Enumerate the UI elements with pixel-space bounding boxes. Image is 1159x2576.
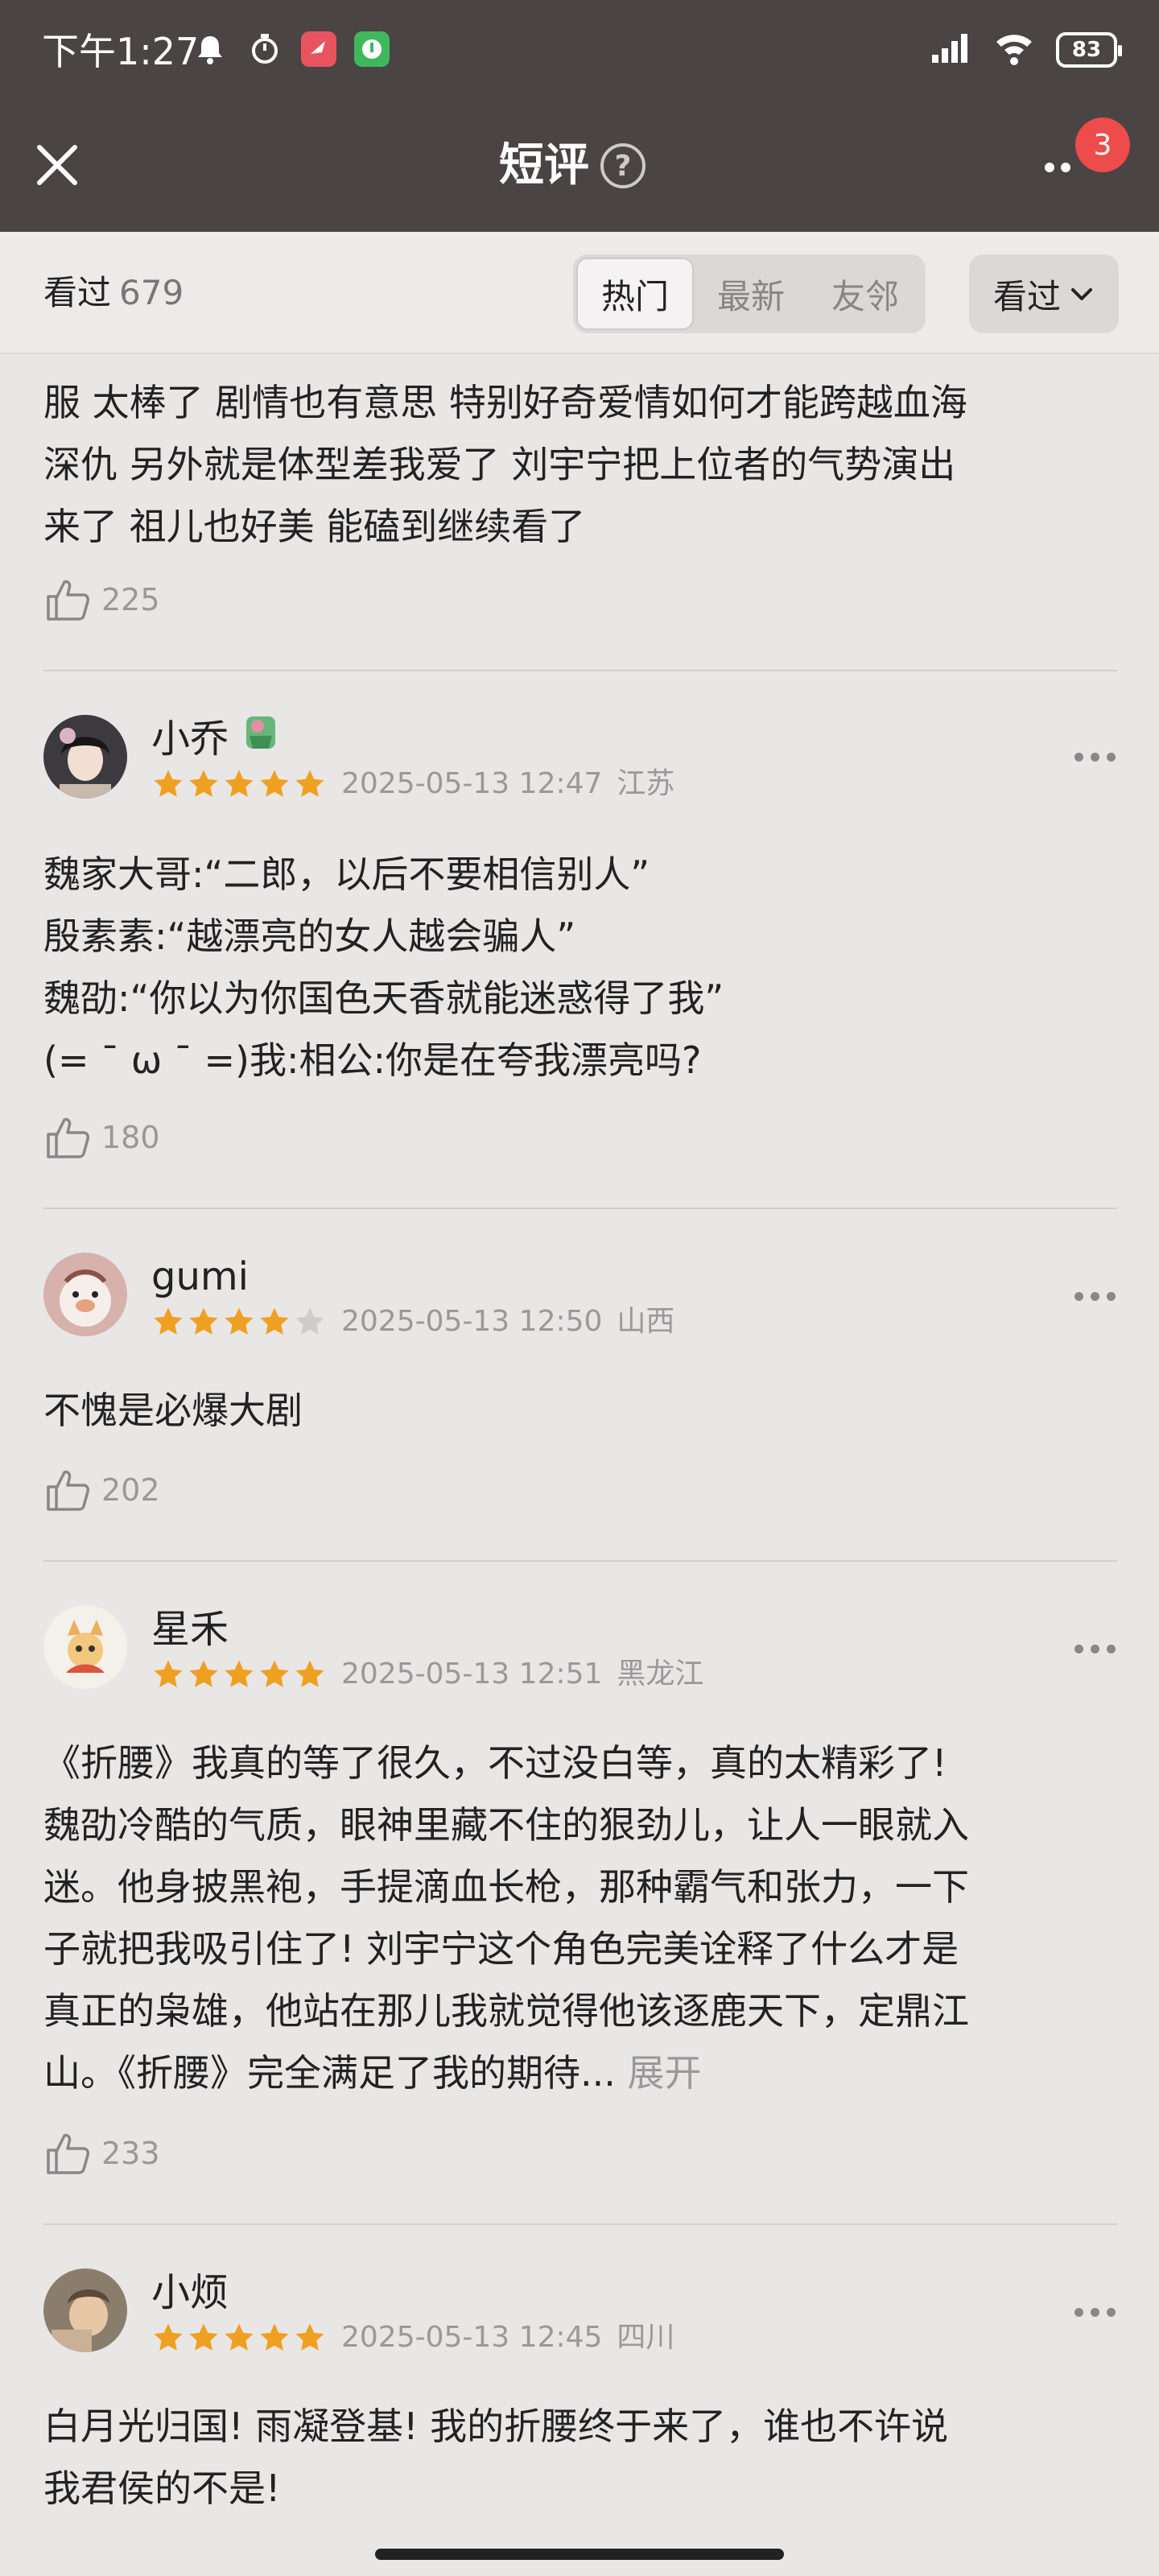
comment-more-button[interactable] <box>1074 1633 1116 1665</box>
comment-time: 2025-05-13 12:50 <box>341 1305 603 1338</box>
comment-more-button[interactable] <box>1074 1280 1116 1312</box>
thumbs-up-icon <box>47 580 89 621</box>
app-notification-icon <box>354 31 390 67</box>
comment-location: 黑龙江 <box>617 1657 704 1690</box>
watched-filter-dropdown[interactable]: 看过 <box>969 254 1119 333</box>
nav-header: 短评 ? 3 <box>0 105 1159 232</box>
like-count: 225 <box>101 582 160 617</box>
help-icon[interactable]: ? <box>600 143 645 188</box>
username[interactable]: gumi <box>151 1251 249 1302</box>
comment-text: 不愧是必爆大剧 <box>43 1389 303 1432</box>
status-system-icons: 83 <box>930 31 1122 69</box>
rating-stars <box>151 2321 327 2355</box>
comment-meta: 2025-05-13 12:50 山西 <box>151 1302 674 1341</box>
like-button[interactable]: 202 <box>43 1462 160 1518</box>
rating-stars <box>151 767 327 801</box>
comment-meta: 2025-05-13 12:45 四川 <box>151 2318 674 2357</box>
comment-meta: 2025-05-13 12:47 江苏 <box>151 765 674 803</box>
comment-text: 服 太棒了 剧情也有意思 特别好奇爱情如何才能跨越血海 深仇 另外就是体型差我爱… <box>43 381 967 548</box>
rating-stars <box>151 1305 327 1339</box>
status-time: 下午1:27 <box>42 30 200 73</box>
seen-count-number: 679 <box>119 273 184 312</box>
tab-friends[interactable]: 友邻 <box>808 258 922 330</box>
thumbs-up-icon <box>47 2133 89 2174</box>
alarm-bell-icon <box>192 31 229 68</box>
thumbs-up-icon <box>47 1470 89 1511</box>
expand-link[interactable]: 展开 <box>628 2051 702 2095</box>
like-count: 233 <box>101 2136 160 2171</box>
home-indicator[interactable] <box>375 2549 784 2560</box>
notification-badge: 3 <box>1075 118 1130 172</box>
rating-stars <box>151 1657 327 1691</box>
like-button[interactable]: 180 <box>43 1109 160 1166</box>
username[interactable]: 星禾 <box>151 1604 229 1655</box>
divider <box>43 670 1117 671</box>
seen-count-label: 看过 679 <box>43 273 184 312</box>
avatar[interactable] <box>43 715 127 799</box>
like-count: 202 <box>101 1472 160 1508</box>
avatar[interactable] <box>43 1253 127 1336</box>
close-button[interactable] <box>27 135 87 195</box>
tab-hot[interactable]: 热门 <box>576 258 694 330</box>
comment-meta: 2025-05-13 12:51 黑龙江 <box>151 1655 703 1694</box>
comment-text: 《折腰》我真的等了很久，不过没白等，真的太精彩了! 魏劭冷酷的气质，眼神里藏不住… <box>43 1741 969 2095</box>
wifi-icon <box>993 31 1035 69</box>
status-notification-icons <box>192 31 390 68</box>
more-options-button[interactable] <box>1033 151 1082 184</box>
battery-indicator: 83 <box>1056 32 1122 68</box>
divider <box>43 2223 1117 2225</box>
divider <box>43 1208 1117 1209</box>
username[interactable]: 小乔 <box>151 712 282 766</box>
comment-time: 2025-05-13 12:47 <box>341 767 603 800</box>
tab-latest[interactable]: 最新 <box>694 258 808 330</box>
page-title-group: 短评 ? <box>499 137 645 195</box>
comment-location: 江苏 <box>617 767 675 800</box>
thumbs-up-icon <box>47 1117 89 1158</box>
page-title: 短评 <box>499 139 589 192</box>
sort-tabs: 热门 最新 友邻 <box>573 254 926 333</box>
close-icon <box>37 145 77 185</box>
like-button[interactable]: 225 <box>43 572 160 628</box>
username[interactable]: 小烦 <box>151 2267 229 2318</box>
chevron-down-icon <box>1071 288 1092 300</box>
timer-icon <box>246 31 283 68</box>
avatar[interactable] <box>43 1605 127 1689</box>
divider <box>43 1560 1117 1562</box>
comment-location: 四川 <box>617 2321 675 2354</box>
comment-list: 服 太棒了 剧情也有意思 特别好奇爱情如何才能跨越血海 深仇 另外就是体型差我爱… <box>0 356 1159 2529</box>
user-badge-icon <box>240 712 282 766</box>
like-button[interactable]: 233 <box>43 2125 160 2182</box>
comment-text: 魏家大哥:“二郎，以后不要相信别人” 殷素素:“越漂亮的女人越会骗人” 魏劭:“… <box>43 852 724 1082</box>
signal-icon <box>930 32 972 68</box>
app-notification-icon <box>301 31 336 67</box>
comment-location: 山西 <box>617 1305 675 1338</box>
avatar[interactable] <box>43 2268 127 2352</box>
comment-text: 白月光归国! 雨凝登基! 我的折腰终于来了，谁也不许说 我君侯的不是! <box>43 2405 949 2510</box>
comment-more-button[interactable] <box>1074 2296 1116 2328</box>
comment-time: 2025-05-13 12:45 <box>341 2321 603 2354</box>
filter-bar: 看过 679 热门 最新 友邻 看过 <box>0 232 1159 354</box>
status-bar: 下午1:27 83 <box>0 0 1159 105</box>
comment-more-button[interactable] <box>1074 741 1116 773</box>
comment-time: 2025-05-13 12:51 <box>341 1657 603 1690</box>
like-count: 180 <box>101 1120 160 1155</box>
